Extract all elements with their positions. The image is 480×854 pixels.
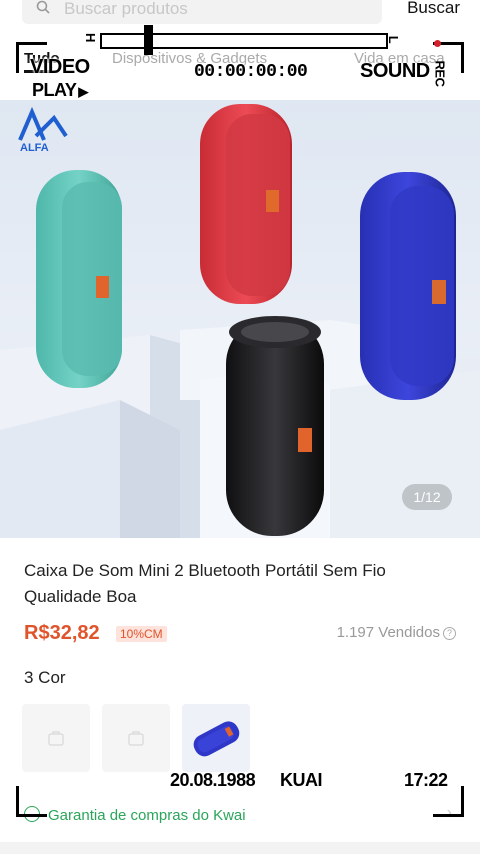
guarantee-text: Garantia de compras do Kwai <box>48 807 246 824</box>
color-swatch-3[interactable] <box>182 704 250 772</box>
search-input[interactable] <box>62 0 366 20</box>
play-triangle-icon: ▶ <box>78 84 88 99</box>
speaker-blue <box>360 172 456 400</box>
bottom-bar <box>0 842 480 854</box>
slider-h-label: H <box>82 33 98 42</box>
tab-active-indicator <box>24 70 58 73</box>
channel-label: KUAI <box>280 770 323 790</box>
search-icon <box>36 0 50 14</box>
color-options-label: 3 Cor <box>24 668 66 687</box>
tab-vida-em-casa[interactable]: Vida em casa <box>354 50 445 67</box>
slider-l-label: L <box>386 35 402 44</box>
color-swatch-2[interactable] <box>102 704 170 772</box>
speaker-black <box>226 316 324 536</box>
search-button[interactable]: Buscar <box>407 0 460 18</box>
tab-tudo[interactable]: Tudo <box>24 50 60 67</box>
bag-placeholder-icon <box>128 731 144 746</box>
sold-count-text: 1.197 Vendidos <box>336 624 440 641</box>
product-title: Caixa De Som Mini 2 Bluetooth Portátil S… <box>24 561 386 606</box>
sold-count: 1.197 Vendidos? <box>337 624 456 641</box>
check-shield-icon <box>24 806 40 822</box>
product-image-gallery[interactable]: ALFA 1/12 <box>0 100 480 538</box>
date-stamp: 20.08.1988 <box>170 770 256 790</box>
hl-slider <box>100 33 388 49</box>
tab-dispositivos-gadgets[interactable]: Dispositivos & Gadgets <box>112 50 267 67</box>
time-stamp: 17:22 <box>404 770 448 790</box>
speaker-thumbnail <box>193 721 240 757</box>
rec-dot-icon <box>434 40 441 47</box>
speaker-teal <box>36 170 122 388</box>
product-photo <box>0 104 480 538</box>
bag-placeholder-icon <box>48 731 64 746</box>
discount-badge: 10%CM <box>116 626 167 642</box>
image-counter: 1/12 <box>402 484 452 510</box>
search-row: Buscar <box>0 0 480 28</box>
chevron-right-icon[interactable]: › <box>447 804 452 822</box>
svg-text:ALFA: ALFA <box>20 142 49 152</box>
color-swatch-1[interactable] <box>22 704 90 772</box>
speaker-red <box>200 104 292 304</box>
product-price: R$32,82 <box>24 622 100 644</box>
play-label-text: PLAY <box>32 80 77 100</box>
search-box[interactable] <box>22 0 382 24</box>
play-label: PLAY ▶ <box>32 80 88 101</box>
category-tabs: Tudo Dispositivos & Gadgets Vida em casa <box>0 48 480 78</box>
info-icon[interactable]: ? <box>443 627 456 640</box>
purchase-guarantee[interactable]: Garantia de compras do Kwai <box>24 806 246 824</box>
alfa-logo: ALFA <box>18 106 68 152</box>
